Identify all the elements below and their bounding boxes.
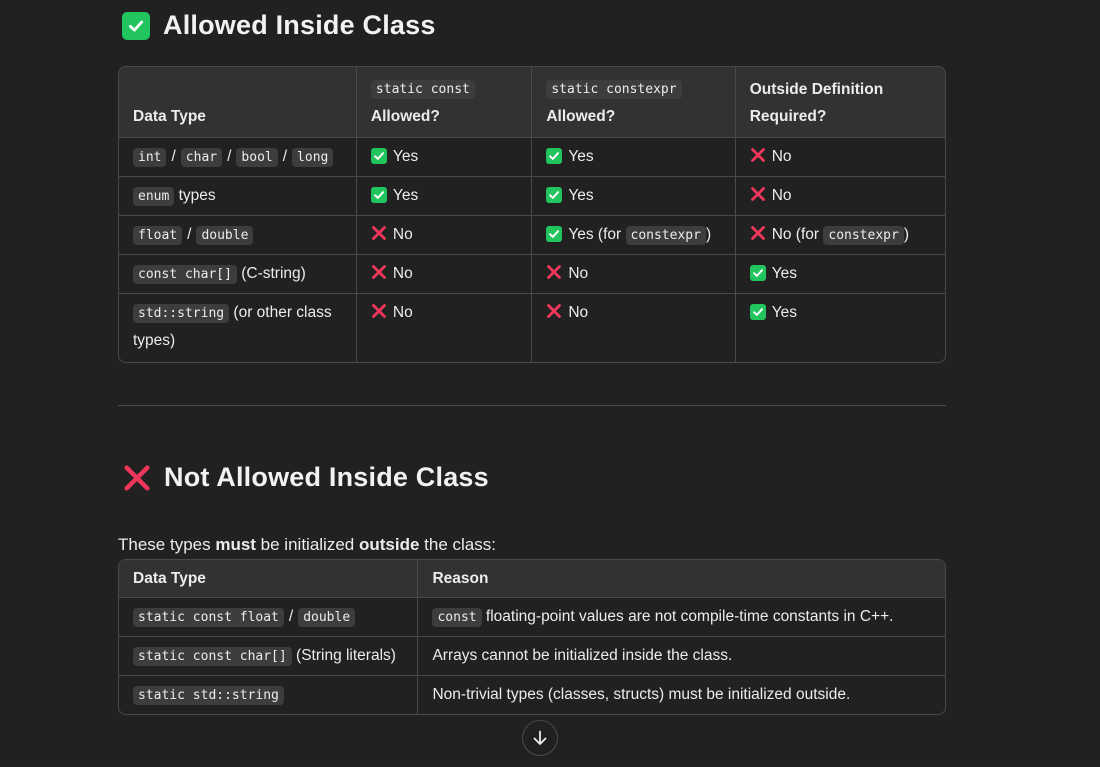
table-row: static std::string Non-trivial types (cl… <box>119 676 945 714</box>
cell-data-type: int / char / bool / long <box>119 138 357 177</box>
cell-data-type: std::string (or other class types) <box>119 294 357 362</box>
table-header-row: Data Type static const Allowed? static c… <box>119 67 945 138</box>
arrow-down-icon <box>533 730 547 745</box>
check-mark-button-icon <box>122 11 150 40</box>
check-mark-icon <box>749 304 766 320</box>
table-row: enum types Yes Yes No <box>119 177 945 216</box>
cross-mark-icon <box>750 225 766 241</box>
check-mark-icon <box>546 187 563 203</box>
cell-reason: Arrays cannot be initialized inside the … <box>418 637 945 676</box>
cross-mark-icon <box>546 264 562 280</box>
allowed-types-table: Data Type static const Allowed? static c… <box>118 66 946 363</box>
check-mark-icon <box>546 226 563 242</box>
not-allowed-types-table: Data Type Reason static const float / doub… <box>118 559 946 715</box>
check-mark-icon <box>370 148 387 164</box>
cell-static-constexpr: Yes <box>532 177 736 216</box>
cell-static-const: Yes <box>356 177 533 216</box>
cell-reason: Non-trivial types (classes, structs) mus… <box>432 686 851 703</box>
header-outside-definition-required: Outside Definition Required? <box>735 67 945 138</box>
table-row: float / double No Yes (for constexpr) No (… <box>119 216 945 255</box>
cell-outside-definition: Yes <box>736 294 945 362</box>
cross-mark-icon <box>122 463 152 493</box>
header-reason: Reason <box>418 560 945 598</box>
table-row: static const float / double const floating… <box>119 598 945 637</box>
table-row: std::string (or other class types) No No … <box>119 294 945 362</box>
cell-data-type: static std::string <box>119 676 419 714</box>
cell-outside-definition: No <box>735 177 945 216</box>
cross-mark-icon <box>750 147 766 163</box>
scroll-to-bottom-button[interactable] <box>522 720 558 756</box>
cell-static-constexpr: No <box>532 255 736 294</box>
cross-mark-icon <box>750 186 766 202</box>
intro-paragraph: These types must be initialized outside … <box>118 535 496 554</box>
cell-static-const: No <box>357 294 533 362</box>
cell-data-type: static const float / double <box>119 598 419 637</box>
cell-static-constexpr: Yes (for constexpr) <box>532 216 736 255</box>
table-row: int / char / bool / long Yes Yes No <box>119 138 945 177</box>
cross-mark-icon <box>371 264 387 280</box>
header-data-type: Data Type <box>119 67 357 138</box>
cell-reason: const floating-point values are not comp… <box>418 598 945 637</box>
cell-static-const: No <box>356 216 533 255</box>
section-heading-allowed: Allowed Inside Class <box>122 10 436 41</box>
check-mark-icon <box>749 265 766 281</box>
section-heading-not-allowed: Not Allowed Inside Class <box>122 462 489 493</box>
section-divider <box>118 405 946 406</box>
cell-outside-definition: Yes <box>735 255 945 294</box>
cell-outside-definition: No (for constexpr) <box>735 216 945 255</box>
cell-static-constexpr: No <box>532 294 736 362</box>
header-static-constexpr-allowed: static constexpr Allowed? <box>532 67 736 138</box>
table-row: const char[] (C-string) No No Yes <box>119 255 945 294</box>
cell-outside-definition: No <box>735 138 945 177</box>
header-static-const-allowed: static const Allowed? <box>356 67 533 138</box>
cross-mark-icon <box>546 303 562 319</box>
section-title: Allowed Inside Class <box>163 10 436 40</box>
cell-data-type: const char[] (C-string) <box>119 255 357 294</box>
check-mark-icon <box>546 148 563 164</box>
table-header-row: Data Type Reason <box>119 560 945 598</box>
header-data-type: Data Type <box>119 560 419 598</box>
cross-mark-icon <box>371 303 387 319</box>
section-title: Not Allowed Inside Class <box>164 462 489 492</box>
cell-data-type: static const char[] (String literals) <box>119 637 419 676</box>
cell-static-const: No <box>356 255 533 294</box>
table-row: static const char[] (String literals) Ar… <box>119 637 945 676</box>
cell-static-constexpr: Yes <box>532 138 736 177</box>
cell-data-type: float / double <box>119 216 357 255</box>
cell-data-type: enum types <box>119 177 357 216</box>
cross-mark-icon <box>371 225 387 241</box>
check-mark-icon <box>370 187 387 203</box>
cell-static-const: Yes <box>356 138 533 177</box>
